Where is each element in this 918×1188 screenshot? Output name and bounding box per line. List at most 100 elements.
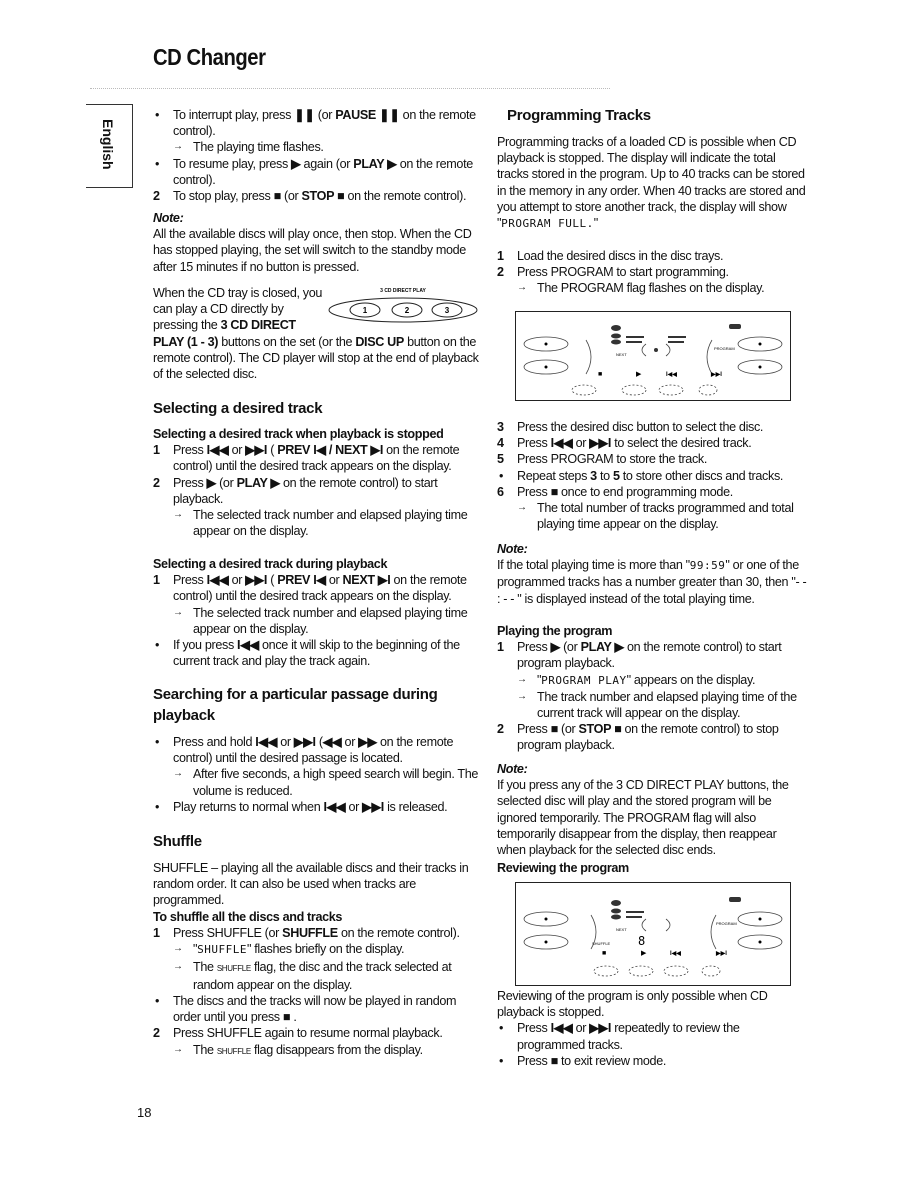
svg-text:I◀◀: I◀◀ [666,371,677,378]
text-segment: Programming tracks of a loaded CD is pos… [497,135,806,231]
text-segment: ( [315,735,323,749]
text-segment: 5 [612,468,620,483]
text-segment: to exit review mode. [557,1053,666,1068]
programming-steps-3-6: 3 Press the desired disc button to select… [497,419,807,532]
note-direct-play-program: Note: If you press any of the 3 CD DIRECT… [497,761,807,858]
paragraph: Reviewing of the program is only possibl… [497,988,807,1020]
text-segment: ( [267,443,278,458]
svg-text:■: ■ [602,950,606,957]
numbered-step: 6 Press ■ once to end programming mode. [497,484,807,500]
bullet-item: If you press I◀◀ once it will skip to th… [153,637,483,669]
text-segment: ▶▶I [589,1021,612,1036]
paragraph: SHUFFLE – playing all the available disc… [153,860,483,909]
text-segment: ■ [550,722,559,737]
program-flag: PROGRAM [716,921,737,926]
text-segment: or [228,573,246,588]
result-item: "PROGRAM PLAY" appears on the display. [497,672,807,689]
text-segment: If you press [173,638,238,653]
disc-1-button[interactable]: 1 [349,302,381,318]
next-flag: NEXT [616,927,627,932]
svg-text:▶▶I: ▶▶I [710,371,722,378]
text-segment: Reviewing of the program is only possibl… [497,989,768,1020]
text-segment: NEXT ▶I [342,573,391,588]
step-number: 1 [153,573,160,588]
text-segment: or [277,735,294,749]
text-segment: " flashes briefly on the display. [246,942,405,957]
text-segment: The playing time flashes. [193,140,324,155]
programming-steps-1-2: 1 Load the desired discs in the disc tray… [497,248,807,297]
text-segment: Press and hold [173,735,256,749]
text-segment: Shuffle [153,833,202,850]
section-heading: Shuffle [153,831,483,852]
step-number: 1 [153,926,160,941]
text-segment: I◀◀ [550,1021,573,1036]
text-segment: If you press any of the 3 CD DIRECT PLAY… [497,778,789,858]
result-item: The selected track number and elapsed pl… [153,605,483,637]
text-segment: After five seconds, a high speed search … [193,767,479,798]
display-illustration: NEXT SHUFFLE PROGRAM 8 ■ ▶ I◀◀ ▶▶I [523,897,783,977]
numbered-step: 5 Press PROGRAM to store the track. [497,451,807,467]
subheading: Playing the program [497,623,807,639]
text-segment: PLAY ▶ [580,640,625,655]
text-segment: SHUFFLE [197,943,247,957]
header-divider [90,88,610,89]
text-segment: Note: [497,542,528,556]
section-heading: Searching for a particular passage durin… [153,684,453,726]
text-segment: can play a CD directly by [153,302,284,317]
text-segment: The selected track number and elapsed pl… [193,508,468,539]
bullet-item: Repeat steps 3 to 5 to store other discs… [497,468,807,484]
step-number: 2 [153,1026,160,1041]
program-flag: PROGRAM [714,346,735,351]
programming-intro: Programming tracks of a loaded CD is pos… [497,134,807,232]
text-segment: Playing the program [497,624,613,638]
section-heading-shuffle: Shuffle [153,831,483,852]
disc-3-button[interactable]: 3 [431,302,463,318]
step-number: 2 [497,722,504,737]
disc-3-label: 3 [445,306,450,315]
text-segment: Selecting a desired track [153,400,323,417]
svg-text:■: ■ [598,371,602,378]
result-item: The shuffle flag disappears from the dis… [153,1042,483,1060]
numbered-step: 3 Press the desired disc button to select… [497,419,807,435]
text-segment: PREV I◀ / NEXT ▶I [277,443,383,458]
text-segment: The discs and the tracks will now be pla… [173,994,457,1025]
select-track-playback: Selecting a desired track during playbac… [153,556,483,669]
text-segment: flag disappears from the display. [250,1042,423,1057]
text-segment: shuffle [216,1046,251,1056]
paragraph: All the available discs will play once, … [153,226,483,275]
playing-program-steps: Playing the program 1 Press ▶ (or PLAY ▶ o… [497,623,807,754]
section-heading: Programming Tracks [507,105,817,126]
result-item: The playing time flashes. [153,139,483,155]
text-segment: once to end programming mode. [557,484,733,499]
text-segment: ▶▶I [362,799,384,814]
text-segment: Press [173,443,207,458]
numbered-step: 2 To stop play, press ■ (or STOP ■ on the… [153,188,483,204]
subheading: Reviewing the program [497,860,807,876]
text-segment: (or [559,640,581,655]
text-segment: If the total playing time is more than " [497,558,690,573]
text-segment: Load the desired discs in the disc trays… [517,249,724,263]
numbered-step: 1 Press ▶ (or PLAY ▶ on the remote contro… [497,639,807,671]
svg-text:▶▶I: ▶▶I [715,950,727,957]
text-segment: on the remote control). [344,189,467,204]
text-segment: (or [314,108,336,122]
text-segment: ■ [550,484,559,499]
step-number: 4 [497,436,504,451]
reviewing-heading: Reviewing the program [497,860,807,876]
text-segment: PLAY ▶ [236,475,281,490]
disc-2-button[interactable]: 2 [391,302,423,318]
text-segment: When the CD tray is closed, you [153,286,323,300]
search-steps: Press and hold I◀◀ or ▶▶I (◀◀ or ▶▶ on t… [153,734,483,815]
text-segment: ( [267,573,278,588]
result-item: "SHUFFLE" flashes briefly on the display… [153,941,483,958]
bullet-item: The discs and the tracks will now be pla… [153,993,483,1025]
section-heading-search: Searching for a particular passage durin… [153,684,453,726]
subheading: Selecting a desired track during playbac… [153,556,483,572]
result-item: The selected track number and elapsed pl… [153,507,483,539]
text-segment: (or [557,722,579,737]
bullet-item: Press I◀◀ or ▶▶I repeatedly to review th… [497,1020,807,1052]
text-segment: Press the desired disc button to select … [517,420,764,434]
text-segment: I◀◀ [550,436,573,451]
paragraph: If the total playing time is more than "… [497,557,807,607]
bullet-item: Press ■ to exit review mode. [497,1053,807,1069]
